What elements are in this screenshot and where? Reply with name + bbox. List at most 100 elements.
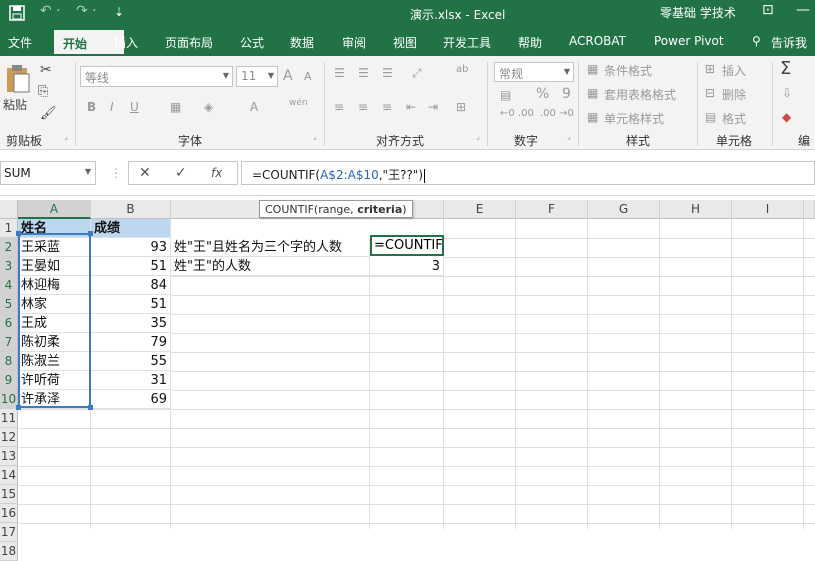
col-header-b[interactable]: B [91,200,171,219]
tab-view[interactable]: 视图 [393,34,417,51]
cell-c2[interactable]: 姓"王"且姓名为三个字的人数 [171,238,370,257]
phonetic-button[interactable]: wén [289,98,308,108]
tab-file[interactable]: 文件 [8,34,32,51]
name-cell[interactable]: 许承泽 [18,390,91,409]
accounting-format-icon[interactable]: ▤ [500,88,511,102]
name-box[interactable]: SUM ▼ [0,161,96,185]
name-cell[interactable]: 王成 [18,314,91,333]
row-header-10[interactable]: 10 [0,390,18,409]
score-cell[interactable]: 31 [91,371,171,390]
cell-styles-icon[interactable]: ▦ [587,110,598,124]
italic-button[interactable]: I [110,100,114,114]
cancel-icon[interactable]: ✕ [139,165,151,181]
row-header-8[interactable]: 8 [0,352,18,371]
align-top-icon[interactable]: ☰ [334,66,345,80]
col-header-h[interactable]: H [660,200,732,219]
row-header-6[interactable]: 6 [0,314,18,333]
autosum-button[interactable]: Σ [780,58,791,79]
row-header-9[interactable]: 9 [0,371,18,390]
search-icon[interactable]: ⚲ [752,34,761,48]
tab-help[interactable]: 帮助 [518,34,542,51]
row-header-4[interactable]: 4 [0,276,18,295]
tab-power-pivot[interactable]: Power Pivot [654,34,724,48]
row-header-16[interactable]: 16 [0,504,18,523]
font-name-select[interactable]: 等线 ▼ [80,66,233,87]
delete-cells-button[interactable]: 删除 [722,86,746,103]
format-cells-icon[interactable]: ▤ [705,110,716,124]
decrease-decimal-icon[interactable]: .00 →0 [540,108,574,119]
cell-c3[interactable]: 姓"王"的人数 [171,257,370,276]
borders-icon[interactable]: ▦ [170,100,181,114]
row-header-17[interactable]: 17 [0,523,18,542]
format-as-table-icon[interactable]: ▦ [587,86,598,100]
increase-indent-icon[interactable]: ⇥ [428,100,438,114]
increase-decimal-icon[interactable]: ←0 .00 [500,108,534,119]
score-cell[interactable]: 51 [91,295,171,314]
name-cell[interactable]: 许听荷 [18,371,91,390]
name-cell[interactable]: 王晏如 [18,257,91,276]
delete-cells-icon[interactable]: ⊟ [705,86,715,100]
paste-icon[interactable] [5,64,31,94]
orientation-icon[interactable]: ⤢ [412,66,422,81]
undo-icon[interactable]: ↶ · [40,3,61,19]
cell-b1[interactable]: 成绩 [91,219,171,238]
name-cell[interactable]: 林迎梅 [18,276,91,295]
customize-quick-access-icon[interactable]: ⇣ [114,5,124,19]
conditional-format-icon[interactable]: ▦ [587,62,598,76]
user-name[interactable]: 零基础 学技术 [660,4,736,21]
bold-button[interactable]: B [87,100,96,114]
tab-page-layout[interactable]: 页面布局 [165,34,213,51]
align-middle-icon[interactable]: ☰ [358,66,369,80]
grow-font-button[interactable]: A [283,68,293,84]
clear-icon[interactable]: ◆ [782,110,791,124]
number-launcher-icon[interactable]: ⌟ [567,132,571,141]
score-cell[interactable]: 69 [91,390,171,409]
insert-function-icon[interactable]: fx [211,166,222,180]
align-right-icon[interactable]: ≡ [382,100,392,114]
resize-handle-icon[interactable]: ⋮ [110,166,122,180]
col-header-f[interactable]: F [516,200,588,219]
name-cell[interactable]: 林家 [18,295,91,314]
score-cell[interactable]: 93 [91,238,171,257]
align-left-icon[interactable]: ≡ [334,100,344,114]
shrink-font-button[interactable]: A [304,70,312,83]
number-format-select[interactable]: 常规 ▼ [494,62,574,82]
align-bottom-icon[interactable]: ☰ [382,66,393,80]
active-cell-d2[interactable]: =COUNTIF [370,235,444,256]
tab-data[interactable]: 数据 [290,34,314,51]
cell-a1[interactable]: 姓名 [18,219,91,238]
col-header-g[interactable]: G [588,200,660,219]
tab-acrobat[interactable]: ACROBAT [569,34,626,48]
formula-input[interactable]: =COUNTIF(A$2:A$10,"王??") [241,161,815,185]
col-header-e[interactable]: E [444,200,516,219]
row-header-5[interactable]: 5 [0,295,18,314]
tab-formulas[interactable]: 公式 [240,34,264,51]
cell-d3[interactable]: 3 [370,257,444,276]
row-header-7[interactable]: 7 [0,333,18,352]
row-header-12[interactable]: 12 [0,428,18,447]
font-launcher-icon[interactable]: ⌟ [313,132,317,141]
decrease-indent-icon[interactable]: ⇤ [406,100,416,114]
format-painter-icon[interactable]: 🖌 [40,106,57,121]
save-icon[interactable] [8,4,26,22]
tab-tell-me[interactable]: 告诉我 [771,34,807,51]
name-cell[interactable]: 王采蓝 [18,238,91,257]
fill-icon[interactable]: ⇩ [782,86,792,100]
redo-icon[interactable]: ↷ · [76,3,97,19]
insert-cells-icon[interactable]: ⊞ [705,62,715,76]
cell-styles-button[interactable]: 单元格样式 [604,110,664,127]
col-header-a[interactable]: A [18,200,91,219]
name-cell[interactable]: 陈初柔 [18,333,91,352]
underline-button[interactable]: U [130,100,139,114]
format-cells-button[interactable]: 格式 [722,110,746,127]
percent-button[interactable]: % [536,86,549,102]
score-cell[interactable]: 79 [91,333,171,352]
font-color-icon[interactable]: A [250,100,258,114]
tab-insert[interactable]: 插入 [114,34,138,51]
comma-style-button[interactable]: 9 [562,86,571,102]
format-as-table-button[interactable]: 套用表格格式 [604,86,676,103]
align-center-icon[interactable]: ≡ [358,100,368,114]
alignment-launcher-icon[interactable]: ⌟ [476,132,480,141]
score-cell[interactable]: 51 [91,257,171,276]
wrap-text-button[interactable]: ab [456,64,468,75]
